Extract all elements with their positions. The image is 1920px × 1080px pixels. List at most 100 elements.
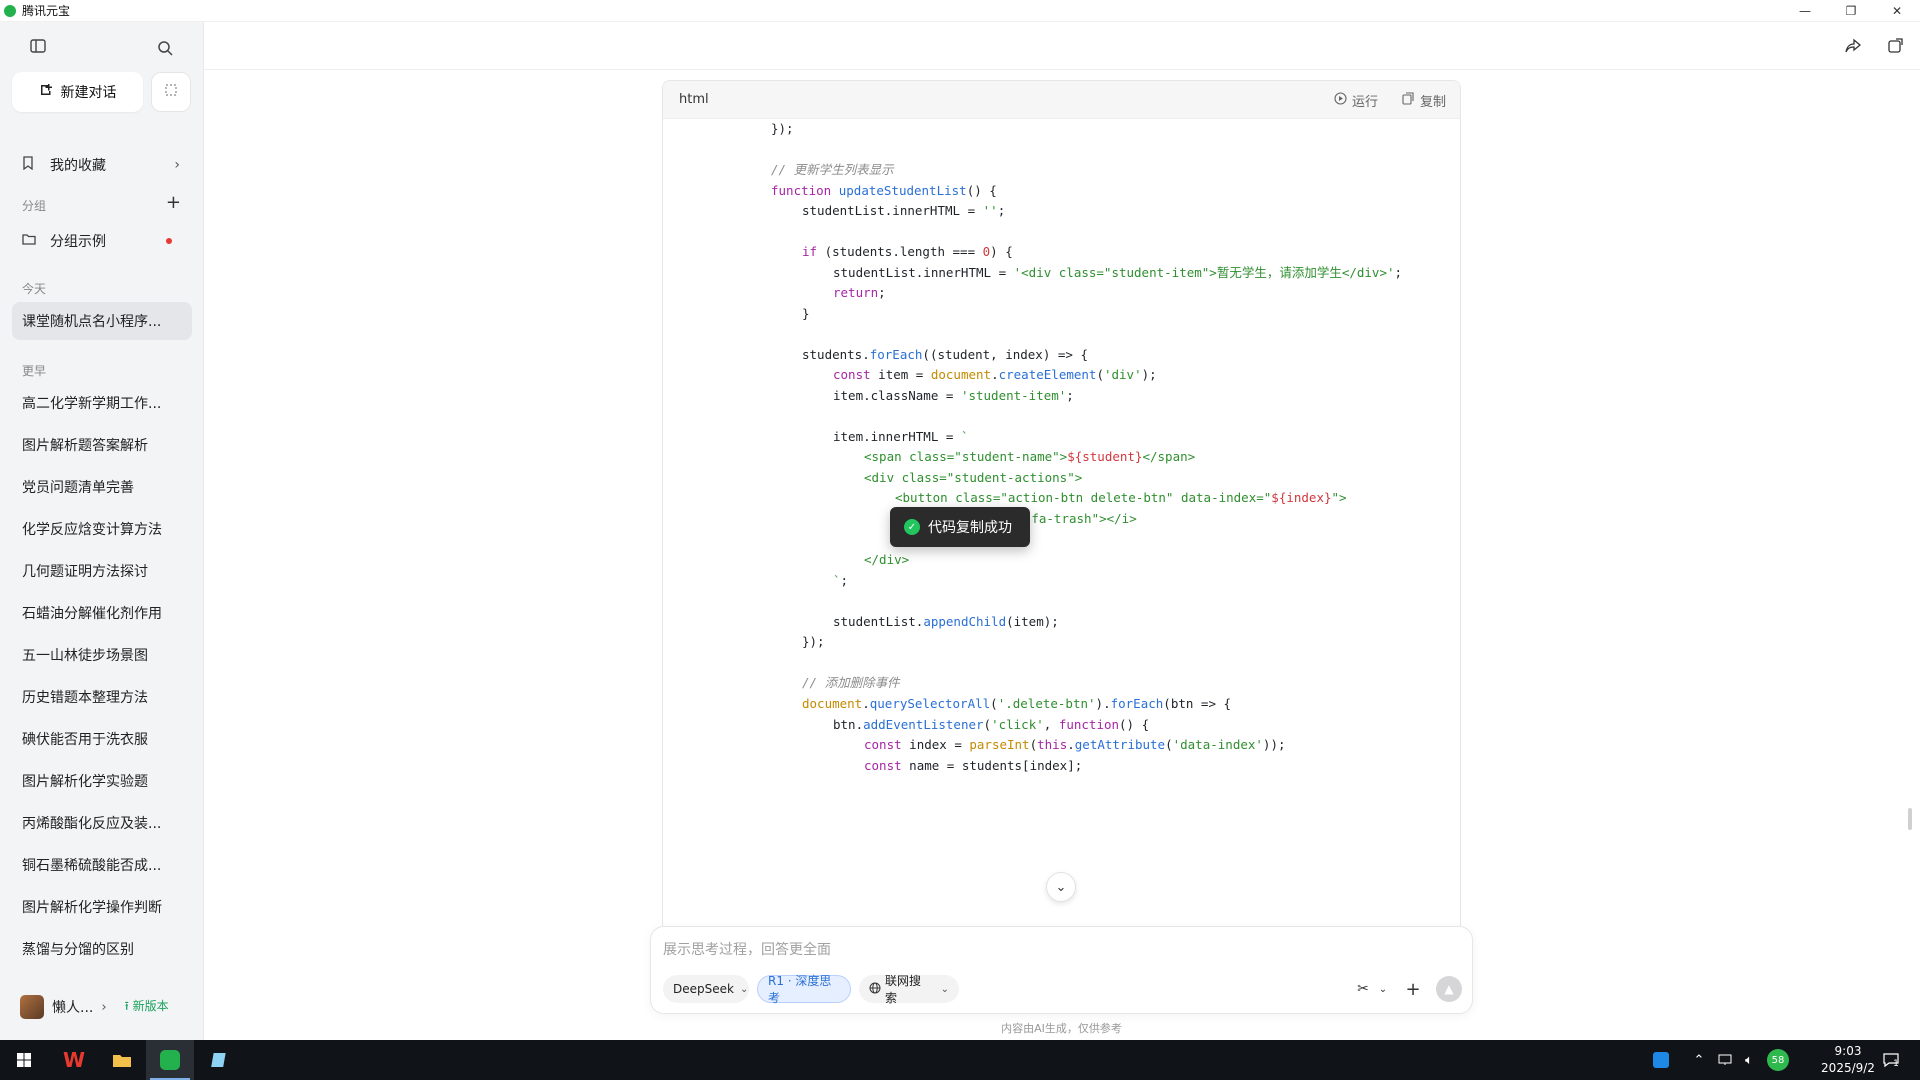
chevron-down-icon[interactable]: ⌄ xyxy=(1371,977,1395,1001)
restore-button[interactable]: ❐ xyxy=(1828,0,1874,22)
code-line: const name = students[index]; xyxy=(864,758,1083,773)
code-block-header: html 运行 复制 xyxy=(663,81,1460,119)
user-bar: 懒人... › ⭱ 新版本 xyxy=(0,982,204,1032)
code-line: return; xyxy=(833,285,886,300)
crop-icon xyxy=(164,83,178,101)
history-item-active[interactable]: 课堂随机点名小程序... xyxy=(12,302,192,340)
code-line: }); xyxy=(802,634,825,649)
scroll-to-bottom-button[interactable]: ⌄ xyxy=(1046,872,1076,902)
notepad-app-icon[interactable] xyxy=(196,1040,244,1080)
new-version-button[interactable]: ⭱ 新版本 xyxy=(125,997,169,1018)
user-name[interactable]: 懒人... xyxy=(52,997,93,1017)
new-chat-button[interactable]: 新建对话 xyxy=(12,72,143,112)
notification-center-icon[interactable]: 1 xyxy=(1876,1040,1906,1080)
history-item[interactable]: 图片解析化学操作判断 xyxy=(12,888,192,926)
history-item[interactable]: 图片解析化学实验题 xyxy=(12,762,192,800)
history-item[interactable]: 历史错题本整理方法 xyxy=(12,678,192,716)
notification-count: 1 xyxy=(1893,1059,1899,1069)
history-item[interactable]: 党员问题清单完善 xyxy=(12,468,192,506)
avatar[interactable] xyxy=(20,995,44,1019)
model-label: DeepSeek xyxy=(673,982,734,996)
search-icon[interactable] xyxy=(156,39,174,57)
sidebar-item-favorites[interactable]: 我的收藏 › xyxy=(12,148,192,182)
copy-label: 复制 xyxy=(1419,94,1446,110)
code-content: }); // 更新学生列表显示 function updateStudentLi… xyxy=(663,119,1460,926)
new-version-label: 新版本 xyxy=(132,998,169,1013)
code-line: studentList.appendChild(item); xyxy=(833,614,1059,629)
add-attachment-icon[interactable]: + xyxy=(1401,977,1425,1001)
history-item[interactable]: 丙烯酸酯化反应及装... xyxy=(12,804,192,842)
new-chat-label: 新建对话 xyxy=(60,85,117,101)
code-actions: 运行 复制 xyxy=(1334,81,1446,119)
upload-arrow-icon: ⭱ xyxy=(124,998,133,1013)
chevron-down-icon: ⌄ xyxy=(739,983,749,995)
code-line: students.forEach((student, index) => { xyxy=(802,347,1088,362)
prompt-input[interactable] xyxy=(663,937,1453,963)
model-selector[interactable]: DeepSeek ⌄ xyxy=(663,975,749,1003)
arrow-up-icon: ▲ xyxy=(1444,982,1454,996)
tray-expand-icon[interactable]: ⌃ xyxy=(1688,1040,1710,1080)
history-item[interactable]: 五一山林徒步场景图 xyxy=(12,636,192,674)
code-line: document.querySelectorAll('.delete-btn')… xyxy=(802,696,1232,711)
sidebar-item-group[interactable]: 分组示例 xyxy=(12,224,192,258)
code-line: // 更新学生列表显示 xyxy=(771,162,894,177)
close-button[interactable]: ✕ xyxy=(1874,0,1920,22)
history-item[interactable]: 蒸馏与分馏的区别 xyxy=(12,930,192,968)
check-circle-icon: ✓ xyxy=(904,519,920,535)
scrollbar-thumb[interactable] xyxy=(1908,808,1912,830)
sidebar-toggle-icon[interactable] xyxy=(29,37,47,55)
group-section-label: 分组 xyxy=(22,199,47,213)
copy-success-toast: ✓ 代码复制成功 xyxy=(890,507,1030,547)
code-line: `; xyxy=(833,573,849,588)
copy-icon xyxy=(1402,91,1415,109)
network-icon[interactable] xyxy=(1714,1040,1736,1080)
chevron-right-icon: › xyxy=(174,157,180,173)
web-search-toggle[interactable]: 联网搜索 ⌄ xyxy=(859,974,959,1005)
taskbar: W ⌃ 🔈︎ 58 9:03 2025/9/2 1 xyxy=(0,1040,1920,1080)
toast-message: 代码复制成功 xyxy=(928,520,1012,536)
web-search-label: 联网搜索 xyxy=(885,974,922,1005)
group-item-label: 分组示例 xyxy=(50,234,106,250)
bookmark-icon xyxy=(22,156,40,174)
chevron-right-icon: › xyxy=(101,999,107,1015)
code-line: } xyxy=(802,306,810,321)
share-icon[interactable] xyxy=(1844,37,1862,55)
minimize-button[interactable]: — xyxy=(1782,0,1828,22)
wps-app-icon[interactable]: W xyxy=(50,1040,98,1080)
code-language-label: html xyxy=(679,92,709,107)
history-item[interactable]: 碘伏能否用于洗衣服 xyxy=(12,720,192,758)
sidebar-toolbar xyxy=(0,22,203,70)
code-line: function updateStudentList() { xyxy=(771,183,997,198)
unread-dot xyxy=(166,238,172,244)
run-button[interactable]: 运行 xyxy=(1334,91,1378,110)
history-item[interactable]: 高二化学新学期工作... xyxy=(12,384,192,422)
play-icon xyxy=(1334,91,1347,109)
file-explorer-icon[interactable] xyxy=(98,1040,146,1080)
code-line: item.innerHTML = ` xyxy=(833,429,969,444)
screenshot-button[interactable] xyxy=(151,72,191,112)
start-button[interactable] xyxy=(0,1040,48,1080)
history-item[interactable]: 石蜡油分解催化剂作用 xyxy=(12,594,192,632)
history-item[interactable]: 化学反应焓变计算方法 xyxy=(12,510,192,548)
code-line: studentList.innerHTML = '<div class="stu… xyxy=(833,265,1403,280)
volume-icon[interactable]: 🔈︎ xyxy=(1738,1040,1760,1080)
chevron-down-icon[interactable]: ⌄ xyxy=(941,984,949,995)
add-group-icon[interactable]: + xyxy=(166,192,181,213)
code-line: <button class="action-btn delete-btn" da… xyxy=(895,490,1347,505)
code-line: </div> xyxy=(864,552,910,567)
deep-think-toggle[interactable]: R1 · 深度思考 xyxy=(757,974,851,1005)
code-line: item.className = 'student-item'; xyxy=(833,388,1074,403)
tray-badge[interactable]: 58 xyxy=(1764,1040,1792,1080)
copy-button[interactable]: 复制 xyxy=(1402,91,1446,110)
history-item[interactable]: 铜石墨稀硫酸能否成... xyxy=(12,846,192,884)
qq-tray-icon[interactable] xyxy=(1646,1040,1676,1080)
history-item[interactable]: 几何题证明方法探讨 xyxy=(12,552,192,590)
ai-disclaimer: 内容由AI生成，仅供参考 xyxy=(1001,1022,1122,1035)
yuanbao-app-icon[interactable] xyxy=(146,1040,194,1080)
clock[interactable]: 9:03 2025/9/2 xyxy=(1818,1043,1878,1077)
window-controls: — ❐ ✕ xyxy=(1782,0,1920,22)
export-icon[interactable] xyxy=(1886,37,1904,55)
history-item[interactable]: 图片解析题答案解析 xyxy=(12,426,192,464)
tray-badge-value: 58 xyxy=(1767,1049,1789,1071)
send-button[interactable]: ▲ xyxy=(1436,976,1462,1002)
